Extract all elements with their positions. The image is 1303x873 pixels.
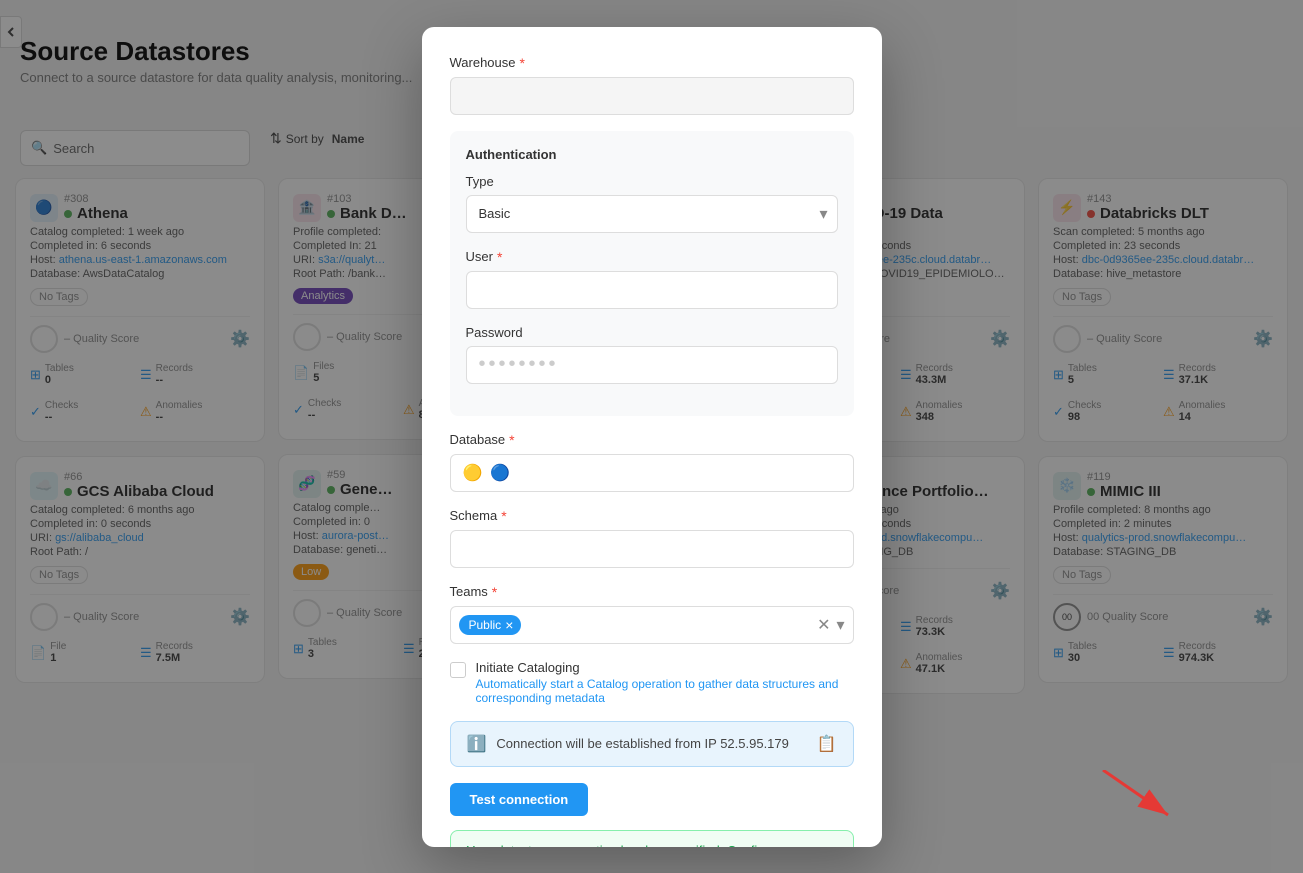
schema-input[interactable]	[450, 530, 854, 568]
password-label: Password	[466, 325, 838, 340]
schema-group: Schema *	[450, 508, 854, 568]
type-group: Type Basic ▾	[466, 174, 838, 233]
user-input[interactable]	[466, 271, 838, 309]
initiate-desc: Automatically start a Catalog operation …	[476, 677, 854, 705]
schema-required: *	[501, 508, 506, 524]
auth-title: Authentication	[466, 147, 838, 162]
ip-text: Connection will be established from IP 5…	[496, 736, 806, 751]
user-group: User *	[466, 249, 838, 309]
auth-section: Authentication Type Basic ▾ User *	[450, 131, 854, 416]
user-label: User *	[466, 249, 838, 265]
warehouse-required: *	[520, 55, 525, 71]
warehouse-label: Warehouse *	[450, 55, 854, 71]
database-required: *	[509, 432, 514, 448]
initiate-title: Initiate Cataloging	[476, 660, 854, 675]
test-connection-button[interactable]: Test connection	[450, 783, 589, 816]
warehouse-input[interactable]	[450, 77, 854, 115]
team-tag-label: Public	[469, 618, 502, 632]
initiate-content: Initiate Cataloging Automatically start …	[476, 660, 854, 705]
password-group: Password ••••••••	[466, 325, 838, 384]
db-icon-yellow: 🟡	[463, 463, 483, 483]
warehouse-group: Warehouse *	[450, 55, 854, 115]
copy-icon[interactable]: 📋	[817, 734, 837, 754]
db-icon-blue: 🔵	[490, 463, 510, 483]
type-select-wrapper: Basic ▾	[466, 195, 838, 233]
database-input-row: 🟡 🔵	[450, 454, 854, 492]
teams-group: Teams * Public × ✕ ▾	[450, 584, 854, 644]
database-label: Database *	[450, 432, 854, 448]
team-tag-remove[interactable]: ×	[505, 617, 513, 633]
success-text: Your datastore connection has been verif…	[467, 843, 837, 847]
schema-label: Schema *	[450, 508, 854, 524]
password-input[interactable]: ••••••••	[466, 346, 838, 384]
teams-label: Teams *	[450, 584, 854, 600]
user-required: *	[497, 249, 502, 265]
teams-dropdown-icon[interactable]: ▾	[836, 615, 844, 635]
page-background: Source Datastores Connect to a source da…	[0, 0, 1303, 873]
initiate-row: Initiate Cataloging Automatically start …	[450, 660, 854, 705]
connection-modal: Warehouse * Authentication Type Basic ▾	[422, 27, 882, 847]
teams-clear-icon[interactable]: ✕	[817, 615, 830, 635]
database-input[interactable]	[518, 465, 840, 480]
teams-required: *	[492, 584, 497, 600]
type-select[interactable]: Basic	[466, 195, 838, 233]
database-group: Database * 🟡 🔵	[450, 432, 854, 492]
info-icon: ℹ️	[467, 734, 487, 754]
ip-notice: ℹ️ Connection will be established from I…	[450, 721, 854, 767]
success-notice: Your datastore connection has been verif…	[450, 830, 854, 847]
type-label: Type	[466, 174, 838, 189]
team-tag-public: Public ×	[459, 615, 522, 635]
teams-input[interactable]: Public × ✕ ▾	[450, 606, 854, 644]
initiate-checkbox[interactable]	[450, 662, 466, 678]
